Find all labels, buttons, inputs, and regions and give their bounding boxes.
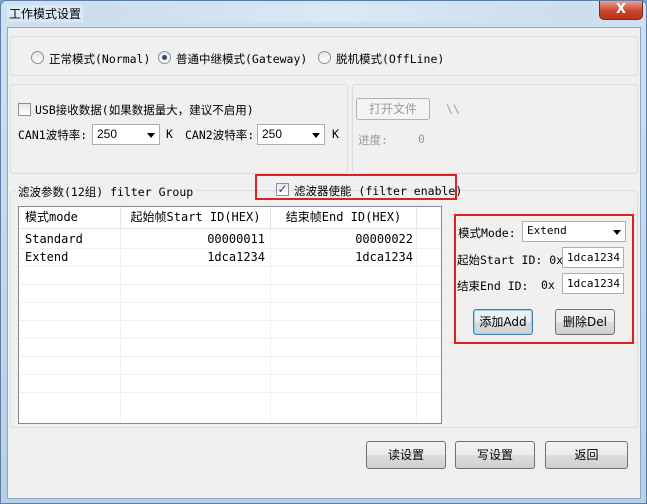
open-file-button[interactable]: 打开文件 [356, 98, 430, 120]
settings-window: 工作模式设置 X 正常模式(Normal) 普通中继模式(Gateway) 脱机… [0, 0, 647, 504]
cell-end-id: 1dca1234 [355, 250, 413, 264]
file-path: \\ [446, 102, 460, 116]
column-header-end[interactable]: 结束帧End ID(HEX) [271, 207, 417, 228]
row-divider [19, 266, 441, 267]
chevron-down-icon [312, 133, 320, 138]
column-header-mode[interactable]: 模式mode [19, 207, 121, 228]
table-header: 模式mode 起始帧Start ID(HEX) 结束帧End ID(HEX) [19, 207, 441, 229]
can1-baud-label: CAN1波特率: [18, 128, 88, 142]
usb-receive-label[interactable]: USB接收数据(如果数据量大，建议不启用) [35, 102, 254, 118]
radio-gateway-label[interactable]: 普通中继模式(Gateway) [176, 51, 307, 67]
row-divider [19, 392, 441, 393]
editor-end-label: 结束End ID: [457, 279, 529, 293]
usb-receive-checkbox[interactable] [18, 103, 31, 116]
row-divider [19, 284, 441, 285]
editor-end-prefix: 0x [541, 278, 555, 292]
radio-gateway[interactable] [158, 51, 171, 64]
editor-end-input[interactable]: 1dca1234 [562, 273, 624, 294]
dialog-body: 正常模式(Normal) 普通中继模式(Gateway) 脱机模式(OffLin… [7, 27, 641, 499]
radio-offline-label[interactable]: 脱机模式(OffLine) [336, 51, 444, 67]
read-settings-button[interactable]: 读设置 [366, 441, 446, 469]
add-filter-button[interactable]: 添加Add [473, 309, 533, 335]
cell-start-id: 00000011 [207, 232, 265, 246]
can2-baud-value: 250 [262, 127, 283, 141]
table-row[interactable]: Extend 1dca1234 1dca1234 [19, 248, 441, 266]
chevron-down-icon [613, 230, 621, 235]
editor-start-input[interactable]: 1dca1234 [562, 247, 624, 268]
can1-unit: K [166, 127, 173, 141]
cell-mode: Extend [25, 250, 69, 264]
filter-table[interactable]: 模式mode 起始帧Start ID(HEX) 结束帧End ID(HEX) S… [18, 206, 442, 424]
close-button[interactable]: X [599, 1, 643, 20]
row-divider [19, 356, 441, 357]
editor-mode-label: 模式Mode: [458, 226, 516, 240]
back-button[interactable]: 返回 [545, 441, 628, 469]
row-divider [19, 374, 441, 375]
row-divider [19, 320, 441, 321]
can1-baud-value: 250 [97, 127, 118, 141]
can1-baud-select[interactable]: 250 [92, 124, 160, 145]
table-row[interactable]: Standard 00000011 00000022 [19, 230, 441, 248]
title-bar[interactable]: 工作模式设置 X [1, 1, 646, 27]
editor-mode-value: Extend [527, 224, 567, 237]
filter-enable-checkbox[interactable]: ✓ [276, 183, 289, 196]
editor-mode-select[interactable]: Extend [522, 221, 626, 242]
title-bar-background [81, 4, 591, 22]
chevron-down-icon [147, 133, 155, 138]
editor-start-label: 起始Start ID: 0x [457, 253, 564, 267]
progress-value: 0 [418, 132, 425, 146]
row-divider [19, 302, 441, 303]
progress-label: 进度: [358, 133, 388, 147]
filter-group-label: 滤波参数(12组) filter Group [16, 184, 196, 200]
cell-start-id: 1dca1234 [207, 250, 265, 264]
radio-offline[interactable] [318, 51, 331, 64]
cell-mode: Standard [25, 232, 83, 246]
column-header-start[interactable]: 起始帧Start ID(HEX) [121, 207, 271, 228]
cell-end-id: 00000022 [355, 232, 413, 246]
row-divider [19, 338, 441, 339]
window-title: 工作模式设置 [7, 5, 84, 22]
delete-filter-button[interactable]: 删除Del [555, 309, 615, 335]
write-settings-button[interactable]: 写设置 [455, 441, 535, 469]
radio-normal[interactable] [31, 51, 44, 64]
radio-normal-label[interactable]: 正常模式(Normal) [49, 51, 150, 67]
can2-unit: K [332, 127, 339, 141]
can2-baud-label: CAN2波特率: [185, 128, 255, 142]
filter-enable-label[interactable]: 滤波器使能 (filter enable) [294, 183, 462, 199]
can2-baud-select[interactable]: 250 [257, 124, 325, 145]
